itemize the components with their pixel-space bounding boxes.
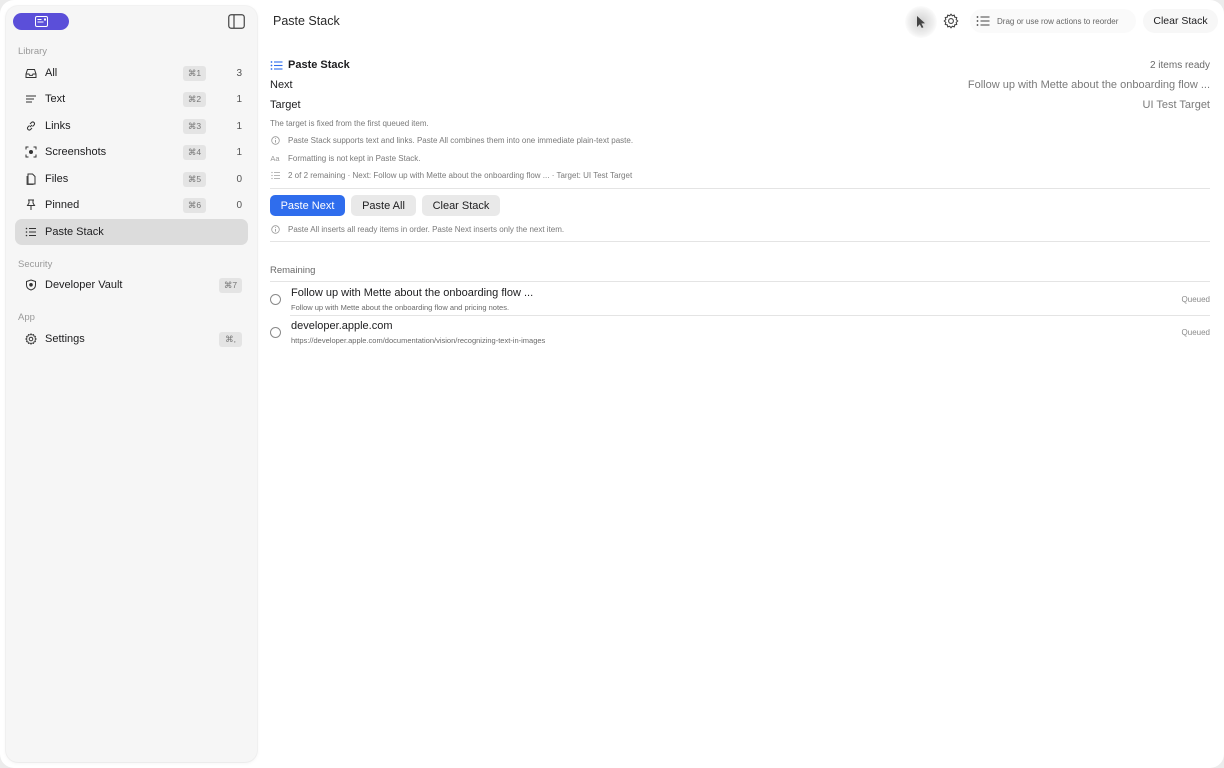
shortcut-badge: ⌘5 bbox=[183, 171, 206, 187]
sidebar-item-paste-stack[interactable]: Paste Stack bbox=[15, 219, 248, 245]
queue-item-title: Follow up with Mette about the onboardin… bbox=[291, 287, 534, 299]
sidebar-item-links[interactable]: Links ⌘3 1 bbox=[15, 113, 248, 139]
page-title: Paste Stack bbox=[273, 14, 340, 28]
reorder-hint: Drag or use row actions to reorder bbox=[970, 9, 1136, 33]
button-note-text: Paste All inserts all ready items in ord… bbox=[288, 225, 565, 234]
target-note-text: The target is fixed from the first queue… bbox=[270, 119, 429, 128]
info-icon bbox=[270, 136, 280, 145]
item-count: 3 bbox=[236, 67, 242, 79]
next-value: Follow up with Mette about the onboardin… bbox=[967, 79, 1210, 91]
items-ready-status: 2 items ready bbox=[1149, 59, 1210, 71]
divider bbox=[270, 241, 1210, 242]
sidebar-item-all[interactable]: All ⌘1 3 bbox=[15, 60, 248, 86]
sidebar-item-label: Text bbox=[45, 93, 66, 105]
sidebar-toolbar bbox=[6, 6, 257, 40]
target-value: UI Test Target bbox=[1142, 99, 1210, 111]
progress-note-text: 2 of 2 remaining · Next: Follow up with … bbox=[288, 171, 633, 180]
text-format-icon: Aa bbox=[270, 154, 280, 163]
next-label: Next bbox=[270, 79, 293, 91]
list-icon bbox=[270, 171, 280, 180]
queue-item-title: developer.apple.com bbox=[291, 320, 393, 332]
app-window: Library All ⌘1 3 Text ⌘2 1 Links ⌘3 1 Sc… bbox=[0, 0, 1224, 768]
item-count: 1 bbox=[236, 120, 242, 132]
sidebar-item-pinned[interactable]: Pinned ⌘6 0 bbox=[15, 192, 248, 218]
queue-item-status: Queued bbox=[1181, 328, 1210, 337]
queue-row[interactable]: developer.apple.com https://developer.ap… bbox=[270, 315, 1210, 348]
queue-item-subtitle: Follow up with Mette about the onboardin… bbox=[291, 303, 510, 312]
sidebar-item-label: Files bbox=[45, 173, 69, 185]
queue-item-radio[interactable] bbox=[270, 294, 281, 305]
info-note: Paste Stack supports text and links. Pas… bbox=[270, 136, 1210, 145]
target-row: Target UI Test Target bbox=[270, 99, 1210, 113]
pointer-icon bbox=[917, 16, 925, 28]
item-count: 1 bbox=[236, 93, 242, 105]
target-label: Target bbox=[270, 99, 301, 111]
pin-icon bbox=[24, 198, 38, 212]
list-icon bbox=[976, 16, 990, 26]
list-icon bbox=[24, 225, 38, 239]
screenshot-icon bbox=[24, 145, 38, 159]
settings-gear-icon[interactable] bbox=[943, 13, 959, 29]
remaining-section-label: Remaining bbox=[270, 265, 316, 276]
clear-stack-button[interactable]: Clear Stack bbox=[422, 195, 500, 216]
sidebar-item-label: Links bbox=[45, 120, 71, 132]
shortcut-badge: ⌘, bbox=[219, 331, 242, 347]
sidebar-item-developer-vault[interactable]: Developer Vault ⌘7 bbox=[15, 272, 248, 298]
info-icon bbox=[270, 225, 280, 234]
pointer-tool-button[interactable] bbox=[905, 6, 937, 38]
shortcut-badge: ⌘6 bbox=[183, 197, 206, 213]
panel-title: Paste Stack bbox=[288, 59, 350, 71]
queue-item-radio[interactable] bbox=[270, 327, 281, 338]
item-count: 0 bbox=[236, 199, 242, 211]
item-count: 0 bbox=[236, 173, 242, 185]
sidebar-item-text[interactable]: Text ⌘2 1 bbox=[15, 86, 248, 112]
button-note: Paste All inserts all ready items in ord… bbox=[270, 225, 1210, 234]
section-label-security: Security bbox=[18, 259, 53, 270]
sidebar-item-files[interactable]: Files ⌘5 0 bbox=[15, 166, 248, 192]
sidebar: Library All ⌘1 3 Text ⌘2 1 Links ⌘3 1 Sc… bbox=[6, 6, 257, 762]
sidebar-item-label: Developer Vault bbox=[45, 279, 123, 291]
app-switcher-button[interactable] bbox=[13, 13, 69, 30]
info-note-text: Paste Stack supports text and links. Pas… bbox=[288, 136, 634, 145]
document-icon bbox=[24, 172, 38, 186]
paste-next-button[interactable]: Paste Next bbox=[270, 195, 345, 216]
link-icon bbox=[24, 119, 38, 133]
shortcut-badge: ⌘3 bbox=[183, 118, 206, 134]
shortcut-badge: ⌘4 bbox=[183, 144, 206, 160]
list-icon bbox=[270, 60, 283, 70]
sidebar-item-label: Pinned bbox=[45, 199, 80, 211]
clear-stack-toolbar-button[interactable]: Clear Stack bbox=[1143, 9, 1218, 33]
format-note-text: Formatting is not kept in Paste Stack. bbox=[288, 154, 421, 163]
gear-icon bbox=[24, 332, 38, 346]
shortcut-badge: ⌘2 bbox=[183, 91, 206, 107]
sidebar-item-label: Paste Stack bbox=[45, 226, 104, 238]
sidebar-item-screenshots[interactable]: Screenshots ⌘4 1 bbox=[15, 139, 248, 165]
panel-header: Paste Stack 2 items ready bbox=[270, 58, 1210, 72]
sidebar-item-settings[interactable]: Settings ⌘, bbox=[15, 326, 248, 352]
sidebar-item-label: Screenshots bbox=[45, 146, 107, 158]
queue-row[interactable]: Follow up with Mette about the onboardin… bbox=[270, 282, 1210, 315]
next-row: Next Follow up with Mette about the onbo… bbox=[270, 79, 1210, 93]
reorder-hint-text: Drag or use row actions to reorder bbox=[997, 16, 1119, 26]
sidebar-item-label: Settings bbox=[45, 333, 85, 345]
queue-item-subtitle: https://developer.apple.com/documentatio… bbox=[291, 336, 546, 345]
queue-item-status: Queued bbox=[1181, 295, 1210, 304]
section-label-library: Library bbox=[18, 46, 48, 57]
progress-note: 2 of 2 remaining · Next: Follow up with … bbox=[270, 171, 1210, 180]
shortcut-badge: ⌘7 bbox=[219, 277, 242, 293]
paste-all-button[interactable]: Paste All bbox=[351, 195, 416, 216]
shortcut-badge: ⌘1 bbox=[183, 65, 206, 81]
tray-icon bbox=[24, 66, 38, 80]
sidebar-item-label: All bbox=[45, 67, 58, 79]
format-note: Aa Formatting is not kept in Paste Stack… bbox=[270, 154, 1210, 163]
item-count: 1 bbox=[236, 146, 242, 158]
text-lines-icon bbox=[24, 92, 38, 106]
sidebar-toggle-icon[interactable] bbox=[228, 14, 245, 29]
divider bbox=[270, 188, 1210, 189]
section-label-app: App bbox=[18, 312, 35, 323]
target-note: The target is fixed from the first queue… bbox=[270, 119, 1210, 128]
clipboard-icon bbox=[34, 16, 48, 27]
shield-icon bbox=[24, 278, 38, 292]
